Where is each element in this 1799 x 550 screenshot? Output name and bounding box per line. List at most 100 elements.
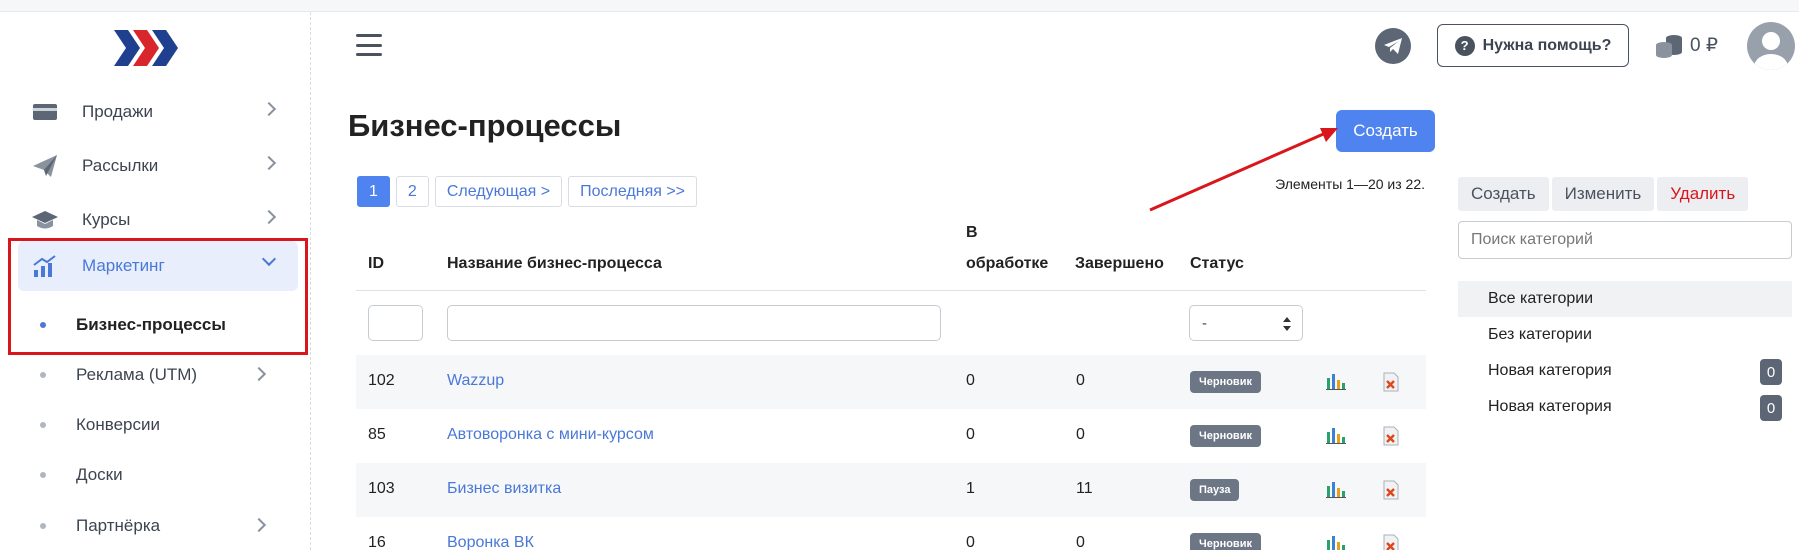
name-filter-input[interactable] <box>447 305 941 341</box>
question-icon: ? <box>1454 35 1475 56</box>
status-badge: Пауза <box>1190 479 1240 501</box>
table-row: 16 Воронка ВК 0 0 Черновик <box>356 517 1426 550</box>
sidebar-item-mailings[interactable]: Рассылки <box>18 141 298 191</box>
category-item[interactable]: Без категории <box>1458 317 1792 353</box>
chevron-right-icon <box>261 155 277 171</box>
row-id: 16 <box>368 534 386 550</box>
chevron-right-icon <box>261 101 277 117</box>
stats-chart-icon[interactable] <box>1326 480 1346 498</box>
logo-icon[interactable] <box>114 28 184 68</box>
status-filter-select[interactable]: - <box>1189 305 1303 341</box>
pagination: 1 2 Следующая > Последняя >> <box>357 176 698 207</box>
row-done: 0 <box>1076 372 1085 389</box>
sidebar-subitem-conversions[interactable]: Конверсии <box>18 405 298 445</box>
sidebar-subitem-label: Доски <box>76 465 123 484</box>
page-2-button[interactable]: 2 <box>395 176 429 207</box>
category-item[interactable]: Новая категория 0 <box>1458 353 1792 389</box>
delete-icon[interactable] <box>1382 426 1400 446</box>
column-header-processing-line2[interactable]: обработке <box>966 255 1048 273</box>
create-button[interactable]: Создать <box>1336 110 1435 152</box>
stats-chart-icon[interactable] <box>1326 426 1346 444</box>
help-button[interactable]: ? Нужна помощь? <box>1437 24 1629 67</box>
category-edit-button[interactable]: Изменить <box>1551 177 1655 211</box>
category-label: Новая категория <box>1488 362 1612 379</box>
stats-chart-icon[interactable] <box>1326 534 1346 550</box>
elements-count: Элементы 1—20 из 22. <box>1275 176 1425 192</box>
column-header-done[interactable]: Завершено <box>1075 255 1164 273</box>
category-count-badge: 0 <box>1760 359 1782 385</box>
sidebar-item-sales[interactable]: Продажи <box>18 87 298 137</box>
sidebar-subitem-utm[interactable]: Реклама (UTM) <box>18 355 298 395</box>
row-name-link[interactable]: Воронка ВК <box>447 534 534 550</box>
sidebar-item-label: Курсы <box>82 210 131 229</box>
graduation-cap-icon <box>28 206 62 234</box>
row-processing: 1 <box>966 480 975 497</box>
category-label: Новая категория <box>1488 398 1612 415</box>
sidebar-item-label: Продажи <box>82 102 153 121</box>
id-filter-input[interactable] <box>368 305 423 341</box>
paper-plane-icon <box>28 152 62 180</box>
category-count-badge: 0 <box>1760 395 1782 421</box>
row-processing: 0 <box>966 426 975 443</box>
table-row: 102 Wazzup 0 0 Черновик <box>356 355 1426 409</box>
category-item[interactable]: Все категории <box>1458 281 1792 317</box>
category-toolbar: Создать Изменить Удалить <box>1458 177 1749 211</box>
row-name-link[interactable]: Автоворонка с мини-курсом <box>447 426 654 444</box>
bullet-icon <box>40 422 46 428</box>
row-processing: 0 <box>966 372 975 389</box>
header-divider <box>356 290 1426 291</box>
column-header-status[interactable]: Статус <box>1190 255 1244 273</box>
column-header-processing-line1[interactable]: В <box>966 224 978 242</box>
top-strip <box>0 0 1799 12</box>
category-delete-button[interactable]: Удалить <box>1657 177 1749 211</box>
category-item[interactable]: Новая категория 0 <box>1458 389 1792 425</box>
menu-toggle-button[interactable] <box>356 34 382 56</box>
category-label: Без категории <box>1488 326 1592 343</box>
telegram-icon[interactable] <box>1375 28 1411 64</box>
chevron-right-icon <box>251 366 267 382</box>
next-page-button[interactable]: Следующая > <box>434 176 563 207</box>
sidebar-subitem-label: Реклама (UTM) <box>76 365 198 384</box>
last-page-button[interactable]: Последняя >> <box>568 176 698 207</box>
balance[interactable]: 0 ₽ <box>1654 30 1718 60</box>
avatar[interactable] <box>1747 22 1795 70</box>
category-create-button[interactable]: Создать <box>1458 177 1549 211</box>
row-done: 0 <box>1076 534 1085 550</box>
row-done: 11 <box>1076 480 1093 497</box>
bullet-icon <box>40 523 46 529</box>
row-name-link[interactable]: Бизнес визитка <box>447 480 561 498</box>
row-processing: 0 <box>966 534 975 550</box>
status-badge: Черновик <box>1190 533 1261 550</box>
help-button-label: Нужна помощь? <box>1482 36 1612 54</box>
select-arrows-icon <box>1283 317 1291 331</box>
delete-icon[interactable] <box>1382 372 1400 392</box>
row-name-link[interactable]: Wazzup <box>447 372 504 390</box>
chevron-right-icon <box>251 517 267 533</box>
column-header-name[interactable]: Название бизнес-процесса <box>447 255 662 273</box>
stats-chart-icon[interactable] <box>1326 372 1346 390</box>
row-id: 103 <box>368 480 395 497</box>
row-id: 102 <box>368 372 395 389</box>
category-search-input[interactable]: Поиск категорий <box>1458 221 1792 259</box>
delete-icon[interactable] <box>1382 480 1400 500</box>
annotation-highlight-box <box>8 238 308 355</box>
status-badge: Черновик <box>1190 425 1261 447</box>
delete-icon[interactable] <box>1382 534 1400 550</box>
status-filter-value: - <box>1202 314 1207 332</box>
page-title: Бизнес-процессы <box>348 108 622 143</box>
row-done: 0 <box>1076 426 1085 443</box>
table-row: 103 Бизнес визитка 1 11 Пауза <box>356 463 1426 517</box>
balance-value: 0 ₽ <box>1690 34 1718 56</box>
page-1-button[interactable]: 1 <box>357 176 390 207</box>
chevron-right-icon <box>261 209 277 225</box>
sidebar-subitem-partners[interactable]: Партнёрка <box>18 506 298 546</box>
category-label: Все категории <box>1488 290 1594 307</box>
sidebar-subitem-boards[interactable]: Доски <box>18 455 298 495</box>
wallet-icon <box>28 98 62 126</box>
status-badge: Черновик <box>1190 371 1261 393</box>
annotation-arrow-icon <box>1149 128 1338 212</box>
sidebar-subitem-label: Партнёрка <box>76 516 161 535</box>
column-header-id[interactable]: ID <box>368 255 384 273</box>
bullet-icon <box>40 472 46 478</box>
row-id: 85 <box>368 426 386 443</box>
